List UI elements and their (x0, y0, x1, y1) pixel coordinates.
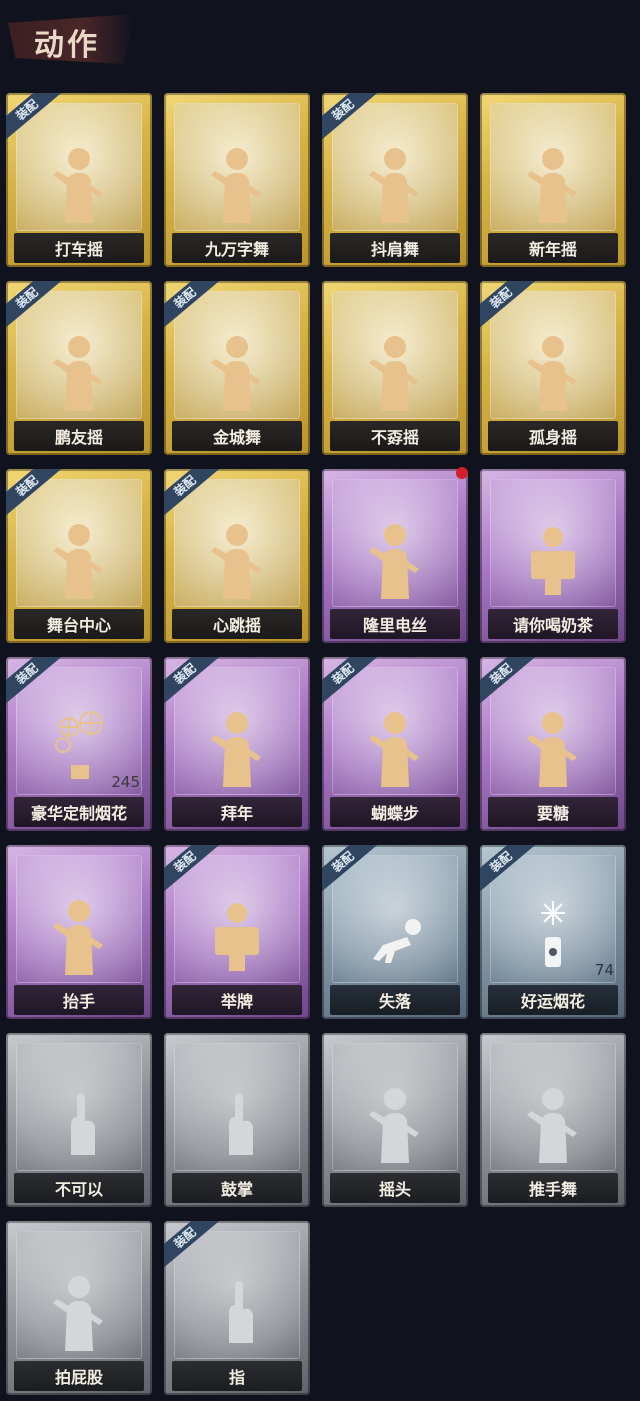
emote-card[interactable]: 舞台中心 装配 (6, 469, 152, 643)
emote-card[interactable]: 打车摇 装配 (6, 93, 152, 267)
card-label: 鹏友摇 (54, 428, 103, 447)
emote-card[interactable]: 抖肩舞 装配 (322, 93, 468, 267)
emote-card[interactable]: 指装配 (164, 1221, 310, 1395)
card-label: 孤身摇 (528, 428, 577, 447)
card-label: 推手舞 (528, 1180, 577, 1199)
emote-card[interactable]: 举牌 装配 (164, 845, 310, 1019)
fireworks-icon (49, 709, 109, 789)
emote-card[interactable]: 金城舞 装配 (164, 281, 310, 455)
emote-card[interactable]: 245 豪华定制烟花 装配 (6, 657, 152, 831)
emote-card[interactable]: 要糖 装配 (480, 657, 626, 831)
card-label: 蝴蝶步 (370, 804, 419, 823)
bow-figure-icon (207, 709, 267, 789)
card-label: 金城舞 (212, 428, 261, 447)
card-label: 豪华定制烟花 (30, 804, 127, 823)
dance-figure-icon (207, 333, 267, 413)
clap-icon (207, 1085, 267, 1165)
card-label: 抖肩舞 (370, 240, 419, 259)
emote-card[interactable]: 摇头 (322, 1033, 468, 1207)
dance-figure-icon (49, 145, 109, 225)
card-label: 指 (228, 1368, 245, 1387)
card-label: 请你喝奶茶 (512, 616, 593, 635)
emote-card[interactable]: 请你喝奶茶 (480, 469, 626, 643)
reach-figure-icon (523, 709, 583, 789)
card-label: 鼓掌 (220, 1180, 253, 1199)
item-count: 245 (111, 773, 140, 791)
dance-figure-icon (207, 521, 267, 601)
emote-card[interactable]: 蝴蝶步 装配 (322, 657, 468, 831)
emote-card[interactable]: 心跳摇 装配 (164, 469, 310, 643)
emote-card[interactable]: 抬手 (6, 845, 152, 1019)
card-label: 不可以 (54, 1180, 103, 1199)
card-label: 好运烟花 (520, 992, 585, 1011)
emote-card[interactable]: 失落 装配 (322, 845, 468, 1019)
point-hand-icon (207, 1273, 267, 1353)
card-label: 舞台中心 (46, 616, 111, 635)
card-label: 不孬摇 (370, 428, 419, 447)
dance-figure-icon (207, 145, 267, 225)
dance-figure-icon (365, 521, 425, 601)
card-label: 抬手 (62, 992, 95, 1011)
emote-card[interactable]: 鹏友摇 装配 (6, 281, 152, 455)
dance-figure-icon (365, 145, 425, 225)
wave-figure-icon (49, 897, 109, 977)
emote-card[interactable]: 孤身摇 装配 (480, 281, 626, 455)
card-label: 打车摇 (54, 240, 103, 259)
dance-figure-icon (49, 521, 109, 601)
emote-grid: 打车摇 装配 九万字舞 抖肩舞 装配 新年摇 鹏友摇 装配 金城舞 装配 不孬摇 孤身摇… (0, 0, 640, 1401)
new-indicator-dot (456, 467, 468, 479)
dance-figure-icon (523, 145, 583, 225)
emote-card[interactable]: 不孬摇 (322, 281, 468, 455)
card-label: 心跳摇 (212, 616, 261, 635)
emote-card[interactable]: 推手舞 (480, 1033, 626, 1207)
card-label: 九万字舞 (204, 240, 269, 259)
card-label: 拍屁股 (54, 1368, 103, 1387)
emote-card[interactable]: 拜年 装配 (164, 657, 310, 831)
emote-card[interactable]: 新年摇 (480, 93, 626, 267)
emote-card[interactable]: 鼓掌 (164, 1033, 310, 1207)
dance-figure-icon (523, 1085, 583, 1165)
card-label: 举牌 (220, 992, 253, 1011)
card-label: 要糖 (536, 804, 569, 823)
emote-card[interactable]: 九万字舞 (164, 93, 310, 267)
dance-figure-icon (365, 333, 425, 413)
card-label: 拜年 (220, 804, 253, 823)
dance-figure-icon (49, 1273, 109, 1353)
dance-figure-icon (365, 1085, 425, 1165)
card-label: 新年摇 (528, 240, 577, 259)
firecracker-icon (523, 897, 583, 977)
dance-figure-icon (365, 709, 425, 789)
emote-card[interactable]: 隆里电丝 (322, 469, 468, 643)
card-label: 隆里电丝 (362, 616, 427, 635)
dance-figure-icon (49, 333, 109, 413)
emote-card[interactable]: 不可以 (6, 1033, 152, 1207)
dance-figure-icon (523, 333, 583, 413)
card-label: 失落 (378, 992, 411, 1011)
sign-figure-icon (207, 897, 267, 977)
finger-wag-icon (49, 1085, 109, 1165)
item-count: 74 (594, 961, 614, 979)
card-label: 摇头 (378, 1180, 411, 1199)
emote-card[interactable]: 拍屁股 (6, 1221, 152, 1395)
emote-card[interactable]: 74 好运烟花 装配 (480, 845, 626, 1019)
crawl-figure-icon (365, 897, 425, 977)
sign-figure-icon (523, 521, 583, 601)
